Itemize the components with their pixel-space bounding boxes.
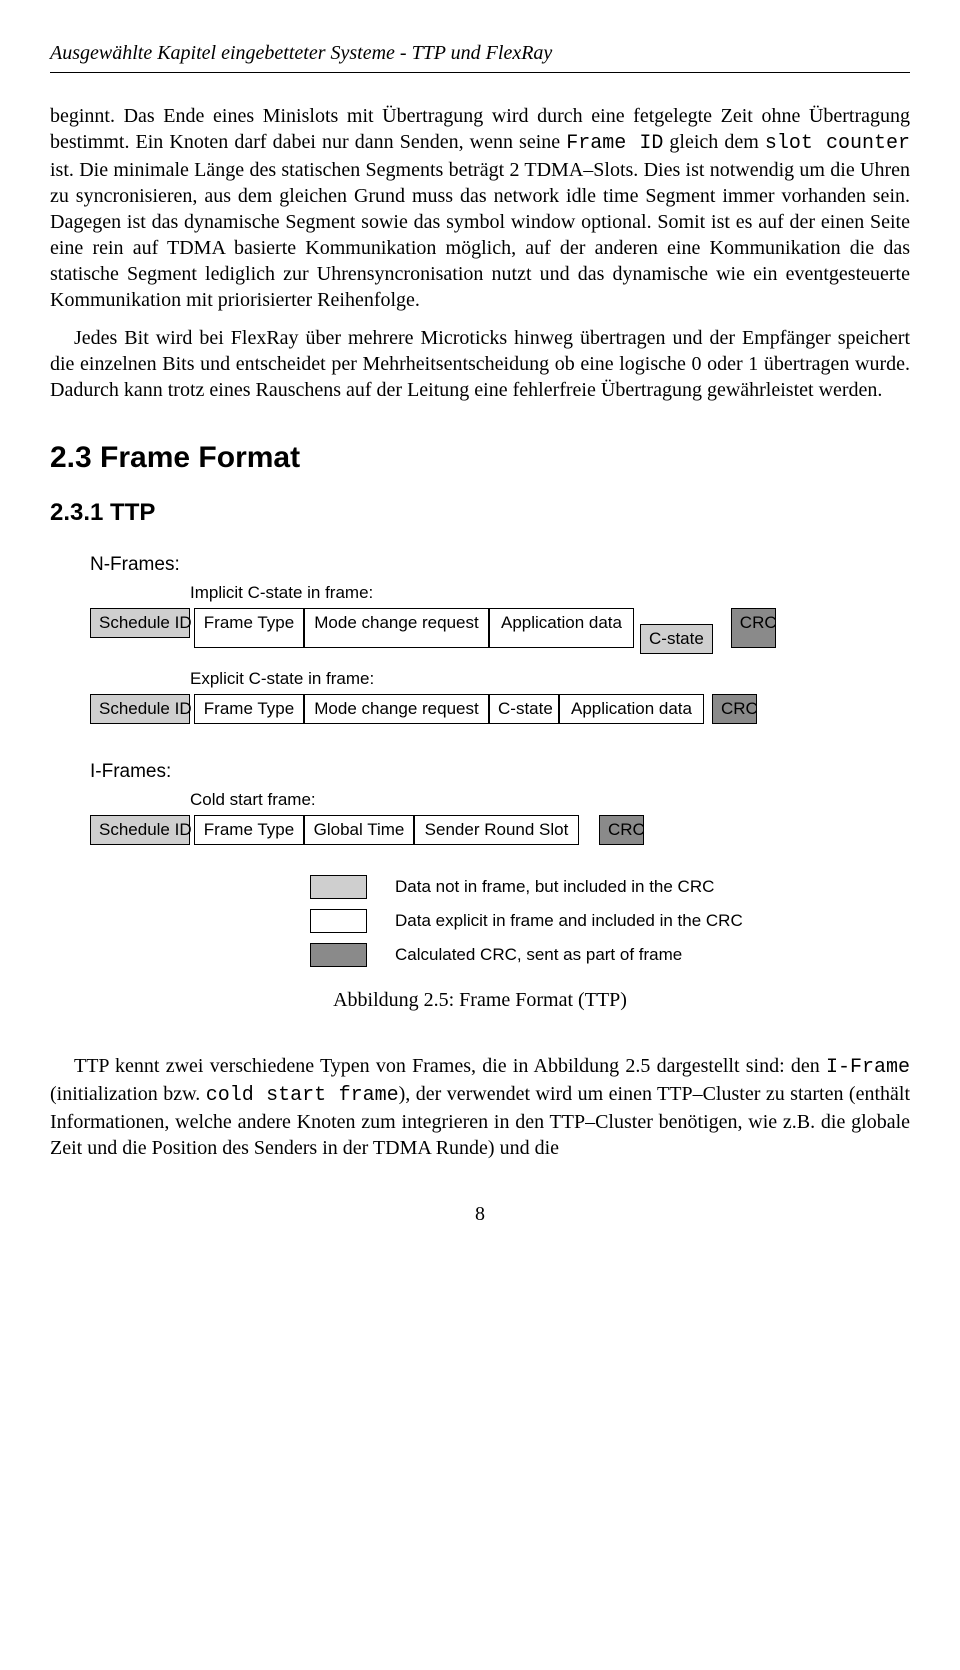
crc-box: CRC bbox=[599, 815, 644, 845]
mode-change-box: Mode change request bbox=[304, 694, 489, 724]
header-rule bbox=[50, 72, 910, 73]
cstate-box: C-state bbox=[640, 624, 713, 654]
legend-row: Calculated CRC, sent as part of frame bbox=[310, 943, 910, 967]
nframes-label: N-Frames: bbox=[90, 553, 910, 578]
iframes-label: I-Frames: bbox=[90, 760, 910, 785]
text-span: (initialization bzw. bbox=[50, 1083, 206, 1105]
explicit-cstate-label: Explicit C-state in frame: bbox=[190, 668, 910, 690]
page-number: 8 bbox=[50, 1201, 910, 1227]
schedule-id-box: Schedule ID bbox=[90, 608, 190, 638]
figure-caption: Abbildung 2.5: Frame Format (TTP) bbox=[50, 987, 910, 1013]
schedule-id-box: Schedule ID bbox=[90, 815, 190, 845]
legend-box-notinframe bbox=[310, 875, 367, 899]
implicit-cstate-label: Implicit C-state in frame: bbox=[190, 582, 910, 604]
legend-label: Calculated CRC, sent as part of frame bbox=[395, 944, 682, 966]
text-span: ist. Die minimale Länge des statischen S… bbox=[50, 159, 910, 311]
crc-box: CRC bbox=[731, 608, 776, 648]
cold-start-label: Cold start frame: bbox=[190, 789, 910, 811]
app-data-box: Application data bbox=[489, 608, 634, 648]
mode-change-box: Mode change request bbox=[304, 608, 489, 648]
crc-box: CRC bbox=[712, 694, 757, 724]
text-span: gleich dem bbox=[663, 131, 765, 153]
sender-round-slot-box: Sender Round Slot bbox=[414, 815, 579, 845]
code-inline: slot counter bbox=[765, 132, 910, 155]
app-data-box: Application data bbox=[559, 694, 704, 724]
schedule-id-box: Schedule ID bbox=[90, 694, 190, 724]
section-heading: 2.3 Frame Format bbox=[50, 438, 910, 477]
legend-box-explicit bbox=[310, 909, 367, 933]
text-span: TTP kennt zwei verschiedene Typen von Fr… bbox=[74, 1055, 826, 1077]
code-inline: cold start frame bbox=[206, 1084, 399, 1107]
page-header: Ausgewählte Kapitel eingebetteter System… bbox=[50, 40, 910, 66]
code-inline: Frame ID bbox=[566, 132, 663, 155]
global-time-box: Global Time bbox=[304, 815, 414, 845]
frame-type-box: Frame Type bbox=[194, 815, 304, 845]
code-inline: I-Frame bbox=[826, 1056, 910, 1079]
legend-label: Data not in frame, but included in the C… bbox=[395, 876, 714, 898]
frame-format-diagram: N-Frames: Implicit C-state in frame: Sch… bbox=[90, 553, 910, 967]
body-paragraph-1: beginnt. Das Ende eines Minislots mit Üb… bbox=[50, 103, 910, 313]
body-paragraph-2: Jedes Bit wird bei FlexRay über mehrere … bbox=[50, 325, 910, 403]
iframes-row: Schedule ID Frame Type Global Time Sende… bbox=[90, 815, 910, 845]
diagram-legend: Data not in frame, but included in the C… bbox=[310, 875, 910, 967]
legend-row: Data explicit in frame and included in t… bbox=[310, 909, 910, 933]
body-paragraph-3: TTP kennt zwei verschiedene Typen von Fr… bbox=[50, 1053, 910, 1161]
subsection-heading: 2.3.1 TTP bbox=[50, 497, 910, 528]
legend-row: Data not in frame, but included in the C… bbox=[310, 875, 910, 899]
frame-type-box: Frame Type bbox=[194, 608, 304, 648]
explicit-row: Schedule ID Frame Type Mode change reque… bbox=[90, 694, 910, 724]
frame-type-box: Frame Type bbox=[194, 694, 304, 724]
cstate-box: C-state bbox=[489, 694, 559, 724]
implicit-row: Schedule ID Frame Type Mode change reque… bbox=[90, 608, 910, 648]
legend-box-crc bbox=[310, 943, 367, 967]
legend-label: Data explicit in frame and included in t… bbox=[395, 910, 743, 932]
